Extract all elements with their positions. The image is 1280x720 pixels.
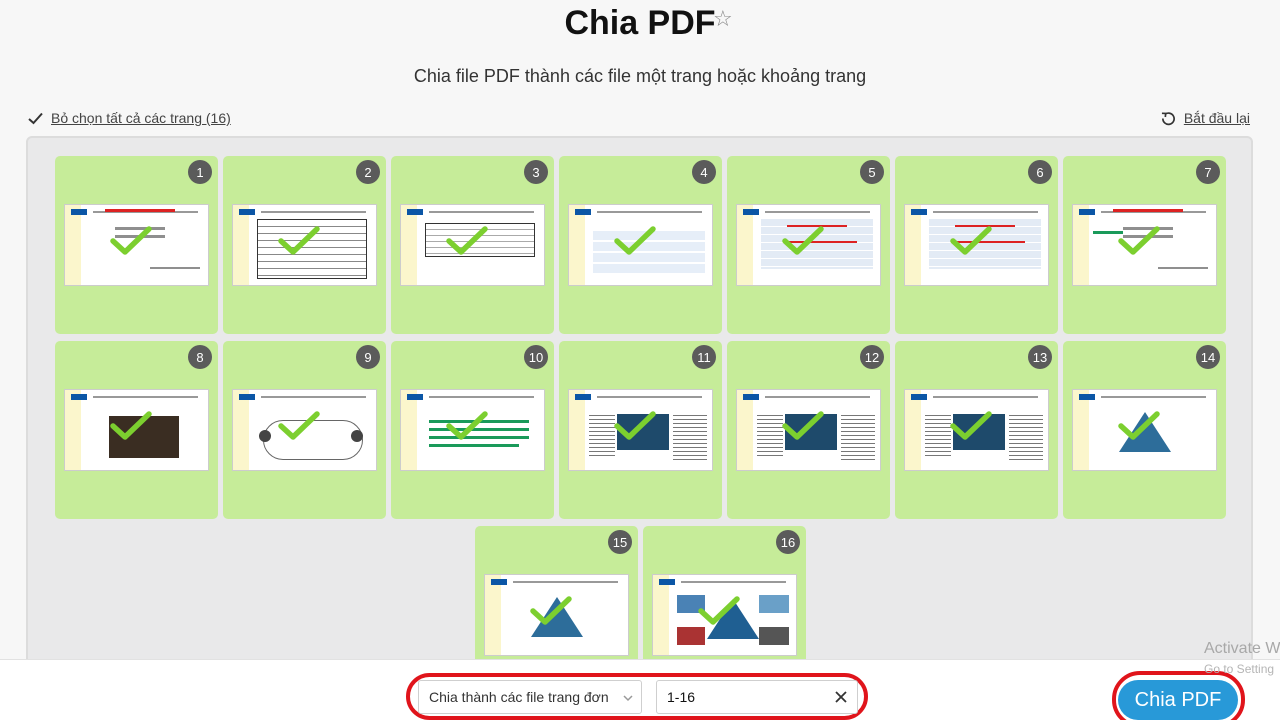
page-card[interactable]: 9 xyxy=(223,341,386,519)
split-pdf-button[interactable]: Chia PDF xyxy=(1118,680,1238,720)
windows-activation-hint: Go to Setting xyxy=(1204,662,1275,676)
page-card[interactable]: 4 xyxy=(559,156,722,334)
page-title: Chia PDF ☆ xyxy=(0,4,1280,43)
page-number-badge: 9 xyxy=(356,345,380,369)
checkmark-icon xyxy=(278,411,320,440)
page-card[interactable]: 1 xyxy=(55,156,218,334)
checkmark-icon xyxy=(110,411,152,440)
checkmark-icon xyxy=(614,226,656,255)
page-number-badge: 7 xyxy=(1196,160,1220,184)
page-card[interactable]: 6 xyxy=(895,156,1058,334)
windows-activation-watermark: Activate W xyxy=(1204,640,1280,657)
checkmark-icon xyxy=(950,411,992,440)
checkmark-icon xyxy=(1118,411,1160,440)
page-card[interactable]: 14 xyxy=(1063,341,1226,519)
page-number-badge: 8 xyxy=(188,345,212,369)
page-card[interactable]: 16 xyxy=(643,526,806,674)
page-card[interactable]: 2 xyxy=(223,156,386,334)
footer-bar: Chia thành các file trang đơn 1-16 Chia … xyxy=(0,659,1280,720)
page-card[interactable]: 13 xyxy=(895,341,1058,519)
page-number-badge: 14 xyxy=(1196,345,1220,369)
page-card[interactable]: 3 xyxy=(391,156,554,334)
page-title-text: Chia PDF xyxy=(564,4,716,42)
page-card[interactable]: 8 xyxy=(55,341,218,519)
page-number-badge: 12 xyxy=(860,345,884,369)
pages-grid: 1 2 3 4 5 6 7 8 9 10 11 12 13 14 15 16 xyxy=(26,136,1253,676)
checkmark-icon xyxy=(446,411,488,440)
checkmark-icon xyxy=(1118,226,1160,255)
page-card[interactable]: 11 xyxy=(559,341,722,519)
page-number-badge: 10 xyxy=(524,345,548,369)
checkmark-icon xyxy=(782,411,824,440)
page-card[interactable]: 5 xyxy=(727,156,890,334)
checkmark-icon xyxy=(446,226,488,255)
page-number-badge: 4 xyxy=(692,160,716,184)
deselect-all-link[interactable]: Bỏ chọn tất cả các trang (16) xyxy=(28,110,231,126)
checkmark-icon xyxy=(278,226,320,255)
restart-link[interactable]: Bắt đầu lại xyxy=(1161,110,1250,126)
page-number-badge: 3 xyxy=(524,160,548,184)
restart-label: Bắt đầu lại xyxy=(1183,110,1250,126)
page-number-badge: 11 xyxy=(692,345,716,369)
checkmark-icon xyxy=(614,411,656,440)
page-card[interactable]: 12 xyxy=(727,341,890,519)
page-number-badge: 13 xyxy=(1028,345,1052,369)
deselect-all-label: Bỏ chọn tất cả các trang (16) xyxy=(51,110,231,126)
split-mode-select[interactable]: Chia thành các file trang đơn xyxy=(418,680,642,714)
page-number-badge: 15 xyxy=(608,530,632,554)
toolbar: Bỏ chọn tất cả các trang (16) Bắt đầu lạ… xyxy=(28,110,1250,132)
page-number-badge: 16 xyxy=(776,530,800,554)
page-card[interactable]: 7 xyxy=(1063,156,1226,334)
page-number-badge: 2 xyxy=(356,160,380,184)
checkmark-icon xyxy=(110,226,152,255)
close-icon[interactable] xyxy=(833,689,849,705)
page-number-badge: 5 xyxy=(860,160,884,184)
split-mode-value: Chia thành các file trang đơn xyxy=(429,689,609,705)
page-card[interactable]: 15 xyxy=(475,526,638,674)
page-number-badge: 1 xyxy=(188,160,212,184)
checkmark-icon xyxy=(698,596,740,625)
page-range-value: 1-16 xyxy=(667,689,696,705)
checkmark-icon xyxy=(782,226,824,255)
checkmark-icon xyxy=(28,112,43,124)
page-range-input[interactable]: 1-16 xyxy=(656,680,858,714)
page-subtitle: Chia file PDF thành các file một trang h… xyxy=(413,66,867,86)
checkmark-icon xyxy=(530,596,572,625)
star-icon[interactable]: ☆ xyxy=(713,6,733,32)
page-card[interactable]: 10 xyxy=(391,341,554,519)
checkmark-icon xyxy=(950,226,992,255)
chevron-down-icon xyxy=(623,695,633,702)
page-number-badge: 6 xyxy=(1028,160,1052,184)
restart-icon xyxy=(1161,111,1175,125)
